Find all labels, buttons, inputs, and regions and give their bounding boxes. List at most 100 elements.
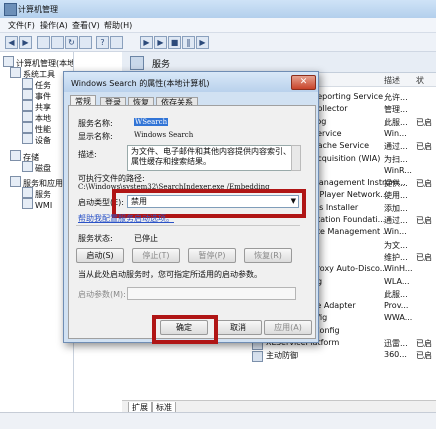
service-description: 添加... — [384, 203, 408, 213]
dialog-title-bar: Windows Search 的属性(本地计算机) ✕ — [64, 72, 318, 92]
forward-icon[interactable]: ▶ — [19, 36, 32, 49]
service-status: 已启 — [416, 216, 432, 225]
services-icon — [22, 187, 33, 198]
column-description[interactable]: 描述 — [384, 75, 400, 86]
play-icon[interactable]: ▶ — [140, 36, 153, 49]
service-description: 为扫... — [384, 154, 408, 164]
performance-icon — [22, 122, 33, 133]
menu-help[interactable]: 帮助(H) — [104, 20, 132, 31]
device-icon — [22, 133, 33, 144]
service-status: 已启 — [416, 179, 432, 189]
export-icon[interactable] — [79, 36, 92, 49]
menu-action[interactable]: 操作(A) — [40, 20, 68, 31]
help-configure-link[interactable]: 帮助我配置服务启动选项。 — [78, 213, 174, 224]
service-description: Win... — [384, 128, 407, 138]
service-description: Prov... — [384, 301, 409, 311]
cancel-button[interactable]: 取消 — [214, 320, 262, 335]
tools-icon — [10, 67, 21, 78]
description-label: 描述: — [78, 150, 97, 159]
description-field[interactable]: 为文件、电子邮件和其他内容提供内容索引、属性缓存和搜索结果。 — [127, 145, 298, 171]
service-gear-icon — [252, 351, 263, 363]
services-apps-icon — [10, 176, 21, 187]
services-icon — [130, 56, 144, 70]
folder-icon[interactable] — [37, 36, 50, 49]
service-status-value: 已停止 — [134, 234, 158, 243]
properties-icon[interactable] — [51, 36, 64, 49]
start-params-input[interactable] — [127, 287, 296, 300]
service-description: 迅雷... — [384, 339, 408, 348]
service-description: 通过... — [384, 216, 408, 225]
service-description: 维护... — [384, 252, 408, 262]
start-button[interactable]: 启动(S) — [76, 248, 124, 263]
share-icon — [22, 100, 33, 111]
event-icon — [22, 89, 33, 100]
back-icon[interactable]: ◀ — [5, 36, 18, 49]
play2-icon[interactable]: ▶ — [154, 36, 167, 49]
service-description: 此服... — [384, 289, 408, 299]
tree-item-wmi[interactable]: WMI — [22, 198, 52, 210]
service-name: ntation Foundati... — [312, 215, 386, 224]
column-status[interactable]: 状 — [416, 75, 424, 86]
close-icon[interactable]: ✕ — [291, 75, 316, 90]
service-description: 为文... — [384, 240, 408, 250]
disk-icon — [22, 161, 33, 172]
services-header: 服务 — [122, 52, 436, 73]
service-description: 360... — [384, 350, 407, 360]
service-name-label: 服务名称: — [78, 119, 113, 128]
divider — [76, 225, 300, 226]
restart-icon[interactable]: ▶ — [196, 36, 209, 49]
service-row[interactable]: 主动防御 360... 已启 — [122, 350, 436, 363]
service-status: 已启 — [416, 339, 432, 348]
display-name-value: Windows Search — [134, 131, 194, 139]
ok-highlight-box — [152, 315, 218, 344]
tree-item-disk[interactable]: 磁盘 — [22, 161, 51, 174]
wmi-icon — [22, 198, 33, 209]
service-status: 已启 — [416, 351, 432, 361]
help-icon[interactable]: ? — [96, 36, 109, 49]
service-status: 已启 — [416, 142, 432, 152]
service-description: 通过... — [384, 142, 408, 152]
service-description: Win... — [384, 227, 407, 237]
stop-button[interactable]: 停止(T) — [132, 248, 180, 263]
window-title: 计算机管理 — [18, 5, 58, 14]
service-description: WinR... — [384, 165, 412, 175]
apply-button[interactable]: 应用(A) — [264, 320, 312, 335]
stop-icon[interactable]: ■ — [168, 36, 181, 49]
task-icon — [22, 78, 33, 89]
title-bar: 计算机管理 — [0, 0, 436, 18]
service-description: 此服... — [384, 117, 408, 127]
start-params-hint: 当从此处启动服务时，您可指定所适用的启动参数。 — [78, 270, 262, 279]
service-description: WLA... — [384, 276, 410, 286]
computer-icon — [3, 56, 14, 67]
dialog-title: Windows Search 的属性(本地计算机) — [71, 79, 210, 88]
service-name: Cache Service — [312, 141, 369, 151]
service-name: 主动防御 — [266, 351, 298, 361]
properties-dialog: Windows Search 的属性(本地计算机) ✕ 常规 登录 恢复 依存关… — [63, 71, 319, 344]
service-description: 管理... — [384, 105, 408, 115]
service-name: Proxy Auto-Disco... — [312, 264, 388, 274]
service-name: Reporting Service — [312, 92, 383, 101]
tree-item-device[interactable]: 设备 — [22, 133, 51, 146]
pause-icon[interactable]: ‖ — [182, 36, 195, 49]
menu-file[interactable]: 文件(F) — [8, 20, 35, 31]
service-status: 已启 — [416, 117, 432, 127]
refresh-icon[interactable]: ↻ — [65, 36, 78, 49]
service-description: 允许... — [384, 93, 408, 102]
description-scrollbar[interactable] — [291, 145, 301, 171]
start-params-label: 启动参数(M): — [78, 290, 126, 299]
computer-management-icon — [4, 3, 17, 16]
service-description: 提供... — [384, 179, 408, 189]
pause-button[interactable]: 暂停(P) — [188, 248, 236, 263]
service-description: WWA... — [384, 313, 413, 323]
resume-button[interactable]: 恢复(R) — [244, 248, 292, 263]
status-bar — [0, 412, 436, 429]
service-name: a Player Network... — [312, 190, 388, 200]
menu-bar: 文件(F) 操作(A) 查看(V) 帮助(H) — [0, 18, 436, 33]
menu-view[interactable]: 查看(V) — [72, 20, 100, 31]
service-name-value[interactable]: WSearch — [134, 118, 169, 126]
toolbar: ◀ ▶ ↻ ? ▶ ▶ ■ ‖ ▶ — [0, 33, 436, 52]
storage-icon — [10, 150, 21, 161]
service-description: WinH... — [384, 264, 413, 274]
view-icon[interactable] — [110, 36, 123, 49]
service-name: Acquisition (WIA) — [312, 153, 381, 163]
